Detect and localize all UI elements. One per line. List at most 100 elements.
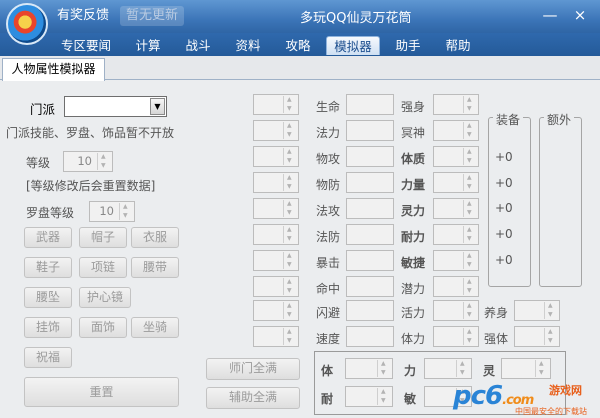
equip-button-hat[interactable]: 帽子 xyxy=(79,227,127,248)
spin-arrows-icon[interactable] xyxy=(97,153,111,170)
level-stepper[interactable]: 10 xyxy=(63,151,113,172)
reset-button[interactable]: 重置 xyxy=(24,377,179,407)
no-update-button[interactable]: 暂无更新 xyxy=(120,6,185,26)
assist-full-button[interactable]: 辅助全满 xyxy=(206,387,300,409)
spin-arrows-icon[interactable] xyxy=(463,278,477,295)
chevron-down-icon[interactable]: ▼ xyxy=(150,98,165,115)
feedback-button[interactable]: 有奖反馈 xyxy=(57,6,109,26)
stat-value-box[interactable] xyxy=(346,300,394,321)
spin-arrows-icon[interactable] xyxy=(283,226,297,243)
spin-arrows-icon[interactable] xyxy=(456,360,470,377)
nav-item-simulator[interactable]: 模拟器 xyxy=(326,36,380,55)
faction-select[interactable]: ▼ xyxy=(64,96,167,117)
nav-item-help[interactable]: 帮助 xyxy=(438,36,478,55)
stat-stepper[interactable] xyxy=(253,326,299,347)
nav-item-data[interactable]: 资料 xyxy=(228,36,268,55)
tab-character-simulator[interactable]: 人物属性模拟器 xyxy=(2,58,105,81)
attr-stepper[interactable] xyxy=(433,146,479,167)
equip-button-belt[interactable]: 腰带 xyxy=(131,257,179,278)
spin-arrows-icon[interactable] xyxy=(283,148,297,165)
spirit-stepper[interactable] xyxy=(501,358,551,379)
equip-button-necklace[interactable]: 项链 xyxy=(79,257,127,278)
attr-stepper[interactable] xyxy=(433,120,479,141)
attr-stepper[interactable] xyxy=(433,172,479,193)
equip-button-mirror[interactable]: 护心镜 xyxy=(79,287,131,308)
spin-arrows-icon[interactable] xyxy=(119,203,133,220)
nav-item-helper[interactable]: 助手 xyxy=(388,36,428,55)
spin-arrows-icon[interactable] xyxy=(377,388,391,405)
stat-value-box[interactable] xyxy=(346,120,394,141)
spin-arrows-icon[interactable] xyxy=(463,96,477,113)
nav-item-news[interactable]: 专区要闻 xyxy=(54,36,118,55)
equip-button-mount[interactable]: 坐骑 xyxy=(131,317,179,338)
power-stepper[interactable] xyxy=(424,358,472,379)
equip-button-face[interactable]: 面饰 xyxy=(79,317,127,338)
equip-button-shoes[interactable]: 鞋子 xyxy=(24,257,72,278)
faction-label: 门派 xyxy=(30,102,56,117)
stat-stepper[interactable] xyxy=(253,224,299,245)
compass-stepper[interactable]: 10 xyxy=(89,201,135,222)
close-icon[interactable]: × xyxy=(570,5,590,25)
subtab-bar: 人物属性模拟器 xyxy=(0,56,600,81)
stat-value-box[interactable] xyxy=(346,172,394,193)
stat-value-box[interactable] xyxy=(346,94,394,115)
stat-label: 生命 xyxy=(316,100,341,114)
stat-stepper[interactable] xyxy=(253,300,299,321)
nav-item-guide[interactable]: 攻略 xyxy=(278,36,318,55)
attr-stepper[interactable] xyxy=(433,198,479,219)
spin-arrows-icon[interactable] xyxy=(463,122,477,139)
equip-button-pendant[interactable]: 腰坠 xyxy=(24,287,72,308)
attr-stepper[interactable] xyxy=(433,250,479,271)
stat-value-box[interactable] xyxy=(346,146,394,167)
spin-arrows-icon[interactable] xyxy=(283,302,297,319)
stat-value-box[interactable] xyxy=(346,224,394,245)
stat-stepper[interactable] xyxy=(253,172,299,193)
equip-button-weapon[interactable]: 武器 xyxy=(24,227,72,248)
spin-arrows-icon[interactable] xyxy=(283,278,297,295)
stat-stepper[interactable] xyxy=(253,146,299,167)
equip-button-blessing[interactable]: 祝福 xyxy=(24,347,72,368)
attr-stepper[interactable] xyxy=(433,94,479,115)
attr-stepper[interactable] xyxy=(433,276,479,297)
attr-stepper[interactable] xyxy=(433,224,479,245)
spin-arrows-icon[interactable] xyxy=(283,122,297,139)
stat-value-box[interactable] xyxy=(346,198,394,219)
spin-arrows-icon[interactable] xyxy=(283,252,297,269)
attr-stepper[interactable] xyxy=(433,300,479,321)
endurance-stepper[interactable] xyxy=(345,386,393,407)
spin-arrows-icon[interactable] xyxy=(544,302,558,319)
stat-value-box[interactable] xyxy=(346,326,394,347)
nav-item-calc[interactable]: 计算 xyxy=(128,36,168,55)
equip-button-clothes[interactable]: 衣服 xyxy=(131,227,179,248)
spin-arrows-icon[interactable] xyxy=(463,200,477,217)
spin-arrows-icon[interactable] xyxy=(283,328,297,345)
nourish-stepper[interactable] xyxy=(514,300,560,321)
master-full-button[interactable]: 师门全满 xyxy=(206,358,300,380)
stat-stepper[interactable] xyxy=(253,276,299,297)
minimize-icon[interactable]: — xyxy=(540,5,560,25)
equip-button-ornament[interactable]: 挂饰 xyxy=(24,317,72,338)
stat-value-box[interactable] xyxy=(346,276,394,297)
body-stepper[interactable] xyxy=(345,358,393,379)
spin-arrows-icon[interactable] xyxy=(283,96,297,113)
stat-stepper[interactable] xyxy=(253,198,299,219)
spin-arrows-icon[interactable] xyxy=(463,328,477,345)
spin-arrows-icon[interactable] xyxy=(463,302,477,319)
strength-stepper[interactable] xyxy=(514,326,560,347)
spin-arrows-icon[interactable] xyxy=(463,252,477,269)
attr-label: 体质 xyxy=(401,152,426,166)
stat-stepper[interactable] xyxy=(253,120,299,141)
spin-arrows-icon[interactable] xyxy=(463,174,477,191)
stat-value-box[interactable] xyxy=(346,250,394,271)
spin-arrows-icon[interactable] xyxy=(377,360,391,377)
nav-item-battle[interactable]: 战斗 xyxy=(178,36,218,55)
spin-arrows-icon[interactable] xyxy=(535,360,549,377)
stat-stepper[interactable] xyxy=(253,94,299,115)
spin-arrows-icon[interactable] xyxy=(463,226,477,243)
stat-stepper[interactable] xyxy=(253,250,299,271)
spin-arrows-icon[interactable] xyxy=(283,200,297,217)
spin-arrows-icon[interactable] xyxy=(544,328,558,345)
spin-arrows-icon[interactable] xyxy=(463,148,477,165)
attr-stepper[interactable] xyxy=(433,326,479,347)
spin-arrows-icon[interactable] xyxy=(283,174,297,191)
